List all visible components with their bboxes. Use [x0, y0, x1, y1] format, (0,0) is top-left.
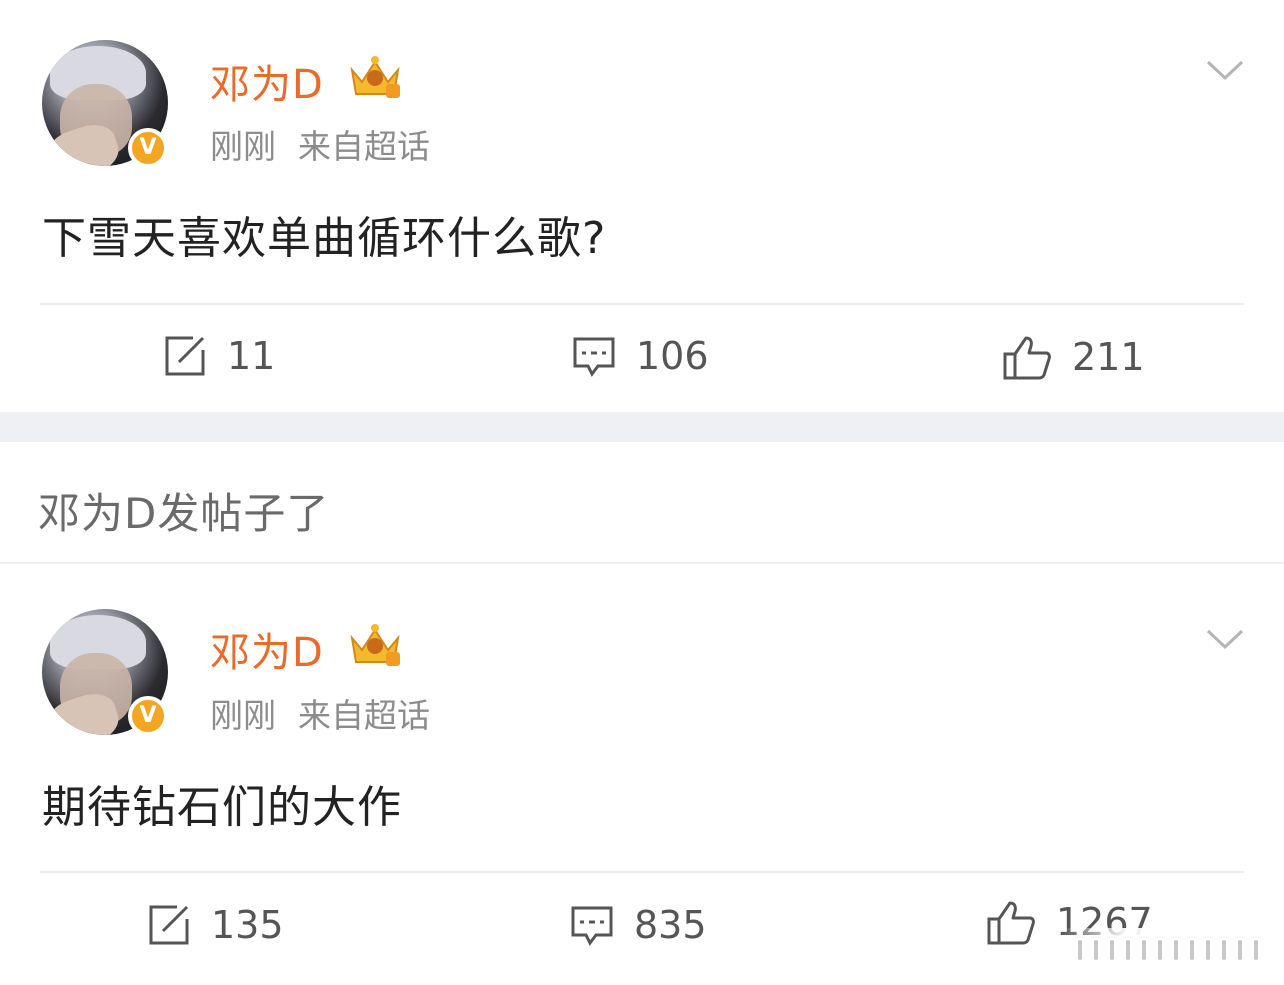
post-content: 下雪天喜欢单曲循环什么歌?	[42, 213, 607, 264]
verified-v-icon: V	[128, 696, 168, 736]
post-meta: 刚刚 来自超话	[210, 120, 452, 168]
username[interactable]: 邓为D	[210, 620, 324, 678]
repost-icon	[149, 905, 189, 945]
like-button[interactable]: 211	[1002, 334, 1145, 380]
repost-count: 11	[227, 334, 276, 378]
comment-count: 106	[636, 334, 709, 378]
comment-button[interactable]: 835	[570, 903, 707, 947]
weibo-post: V 邓为D 刚刚 来自超话 下雪天喜欢单曲循环什么歌? 11 106 211	[0, 0, 1284, 412]
comment-icon	[571, 906, 613, 946]
crown-level-icon	[350, 56, 400, 98]
verified-v-icon: V	[128, 128, 168, 168]
divider	[40, 303, 1244, 305]
repost-button[interactable]: 135	[147, 903, 284, 947]
post-time: 刚刚	[210, 696, 276, 735]
notice-text: 邓为D发帖子了	[38, 489, 330, 538]
chevron-down-icon[interactable]	[1205, 627, 1245, 651]
crown-level-icon	[350, 624, 400, 666]
thumbs-up-icon	[1003, 336, 1051, 380]
repost-count: 135	[211, 903, 284, 947]
username[interactable]: 邓为D	[210, 52, 324, 110]
thumbs-up-icon	[987, 901, 1035, 945]
like-count: 211	[1072, 335, 1145, 379]
post-source[interactable]: 来自超话	[298, 696, 430, 735]
post-meta: 刚刚 来自超话	[210, 689, 452, 737]
repost-icon	[165, 336, 205, 376]
comment-icon	[573, 337, 615, 377]
post-source[interactable]: 来自超话	[298, 127, 430, 166]
weibo-post: V 邓为D 刚刚 来自超话 期待钻石们的大作 135 835 1267	[0, 565, 1284, 985]
super-topic-notice: 邓为D发帖子了	[0, 442, 1284, 564]
divider	[40, 871, 1244, 873]
chevron-down-icon[interactable]	[1205, 58, 1245, 82]
comment-count: 835	[634, 903, 707, 947]
watermark	[1060, 928, 1274, 970]
post-content: 期待钻石们的大作	[42, 782, 402, 833]
comment-button[interactable]: 106	[572, 334, 709, 378]
feed-gap	[0, 412, 1284, 442]
post-time: 刚刚	[210, 127, 276, 166]
repost-button[interactable]: 11	[163, 334, 275, 378]
divider	[0, 562, 1284, 564]
